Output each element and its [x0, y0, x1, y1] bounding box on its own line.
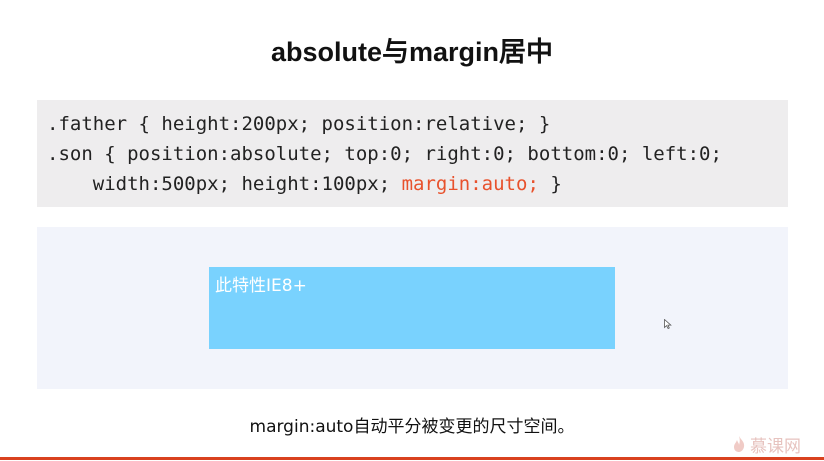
code-line-father: .father { height:200px; position:relativ…: [47, 113, 551, 135]
code-highlight-margin-auto: margin:auto;: [401, 173, 539, 195]
slide-title: absolute与margin居中: [270, 37, 554, 67]
code-plain-text: width:500px; height:100px;: [47, 173, 402, 195]
watermark-text: 慕课网: [750, 436, 801, 457]
code-line-son-size: width:500px; height:100px; margin:auto; …: [47, 172, 562, 196]
code-line-son: .son { position:absolute; top:0; right:0…: [47, 143, 722, 165]
flame-icon: [734, 436, 745, 452]
bottom-rule: [0, 457, 824, 460]
code-block: .father { height:200px; position:relativ…: [37, 100, 788, 207]
slide-caption: margin:auto自动平分被变更的尺寸空间。: [249, 417, 575, 437]
mouse-cursor-icon: [664, 319, 672, 329]
code-closing-brace: }: [538, 173, 562, 195]
demo-son-box: 此特性IE8+: [209, 267, 615, 349]
son-box-label: 此特性IE8+: [215, 276, 307, 296]
watermark-logo: 慕课网: [732, 433, 822, 457]
